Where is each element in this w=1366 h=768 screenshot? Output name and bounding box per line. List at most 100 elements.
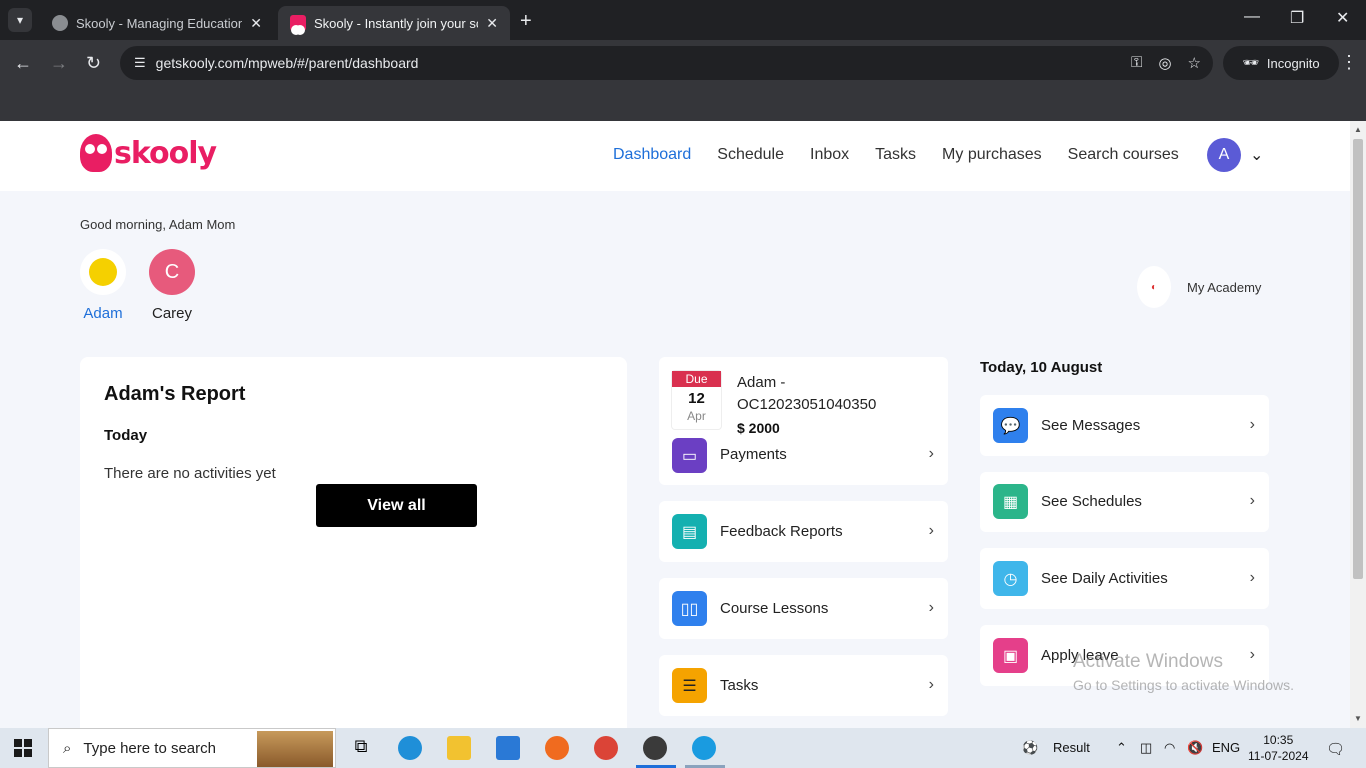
activate-windows-watermark: Activate Windows Go to Settings to activ… xyxy=(1073,651,1294,693)
browser-tab-1[interactable]: Skooly - Managing Educational ✕ xyxy=(40,6,274,40)
chrome-icon[interactable] xyxy=(594,736,618,760)
site-header: skooly Dashboard Schedule Inbox Tasks My… xyxy=(0,121,1350,191)
child-carey[interactable]: C Carey xyxy=(149,249,195,322)
incognito-button[interactable]: 🕶 Incognito xyxy=(1223,46,1339,80)
see-daily-activities-card[interactable]: ◷ See Daily Activities › xyxy=(980,548,1269,609)
feedback-reports-card[interactable]: ▤ Feedback Reports › xyxy=(659,501,948,562)
payment-card[interactable]: Due 12 Apr Adam - OC12023051040350 $ 200… xyxy=(659,357,948,485)
address-bar[interactable]: ☰ getskooly.com/mpweb/#/parent/dashboard… xyxy=(120,46,1213,80)
edge-icon[interactable] xyxy=(398,736,422,760)
nav-search-courses[interactable]: Search courses xyxy=(1068,146,1179,164)
nav-my-purchases[interactable]: My purchases xyxy=(942,146,1042,164)
task-view-icon[interactable]: ⧉ xyxy=(349,736,373,760)
more-menu-icon[interactable]: ⋮ xyxy=(1340,52,1358,73)
site-info-icon[interactable]: ☰ xyxy=(134,55,146,71)
card-label: Feedback Reports xyxy=(720,523,843,540)
emoji-face-icon xyxy=(89,258,117,286)
windows-start-icon[interactable] xyxy=(14,739,32,757)
user-avatar[interactable]: A xyxy=(1207,138,1241,172)
wifi-icon[interactable]: ◠ xyxy=(1164,740,1175,756)
greeting: Good morning, Adam Mom xyxy=(80,217,236,232)
scroll-up-icon[interactable]: ▲ xyxy=(1354,125,1362,134)
restore-icon[interactable]: ❐ xyxy=(1290,8,1304,28)
credit-card-icon: ▭ xyxy=(672,438,707,473)
browser-tab-bar: ▾ Skooly - Managing Educational ✕ Skooly… xyxy=(0,0,1366,40)
tasks-card[interactable]: ☰ Tasks › xyxy=(659,655,948,716)
mail-icon[interactable] xyxy=(496,736,520,760)
logo-text: skooly xyxy=(114,135,217,171)
chevron-right-icon: › xyxy=(1249,569,1255,586)
skype-icon[interactable] xyxy=(692,736,716,760)
payment-title: Adam - OC12023051040350 xyxy=(737,374,877,413)
scrollbar-thumb[interactable] xyxy=(1353,139,1363,579)
academy-name: My Academy xyxy=(1187,279,1262,295)
course-lessons-card[interactable]: ▯▯ Course Lessons › xyxy=(659,578,948,639)
star-icon[interactable]: ☆ xyxy=(1188,54,1201,72)
key-icon[interactable]: ⚿ xyxy=(1131,54,1142,72)
new-tab-icon[interactable]: + xyxy=(520,10,532,33)
taskbar-search[interactable]: ⌕ Type here to search xyxy=(48,728,336,768)
child-adam[interactable]: Adam xyxy=(80,249,126,322)
calendar-icon: ▦ xyxy=(993,484,1028,519)
forward-arrow-icon[interactable]: → xyxy=(50,53,68,74)
page-scrollbar[interactable]: ▲ ▼ xyxy=(1350,121,1366,728)
clock-date: 11-07-2024 xyxy=(1248,749,1309,763)
view-all-button[interactable]: View all xyxy=(316,484,477,527)
chevron-right-icon[interactable]: › xyxy=(929,445,934,463)
chrome-incognito-icon[interactable] xyxy=(643,736,667,760)
chat-bubble-icon: 💬 xyxy=(993,408,1028,443)
clock-time: 10:35 xyxy=(1263,733,1294,747)
book-icon: ▯▯ xyxy=(672,591,707,626)
chevron-down-icon[interactable]: ⌄ xyxy=(1250,145,1263,165)
see-schedules-card[interactable]: ▦ See Schedules › xyxy=(980,472,1269,532)
scroll-down-icon[interactable]: ▼ xyxy=(1354,714,1362,723)
report-card: Adam's Report Today There are no activit… xyxy=(80,357,627,728)
clock-icon: ◷ xyxy=(993,561,1028,596)
nav-tasks[interactable]: Tasks xyxy=(875,146,916,164)
notification-icon[interactable]: 🗨 xyxy=(1326,740,1345,758)
card-label: Course Lessons xyxy=(720,600,829,617)
task-list-icon: ☰ xyxy=(672,668,707,703)
weather-icon[interactable]: ⚽ xyxy=(1022,740,1038,756)
minimize-icon[interactable]: — xyxy=(1244,8,1260,26)
search-highlight-image xyxy=(257,731,333,767)
tab-title: Skooly - Instantly join your scho xyxy=(314,15,478,31)
academy-selector[interactable]: ◐ My Academy xyxy=(1137,266,1261,308)
see-messages-card[interactable]: 💬 See Messages › xyxy=(980,395,1269,456)
taskbar-clock[interactable]: 10:35 11-07-2024 xyxy=(1248,732,1309,764)
nav-schedule[interactable]: Schedule xyxy=(717,146,784,164)
windows-taskbar: ⌕ Type here to search ⧉ ⚽ Result ⌃ ◫ ◠ 🔇… xyxy=(0,728,1366,768)
watermark-subtitle: Go to Settings to activate Windows. xyxy=(1073,677,1294,693)
skooly-favicon-icon xyxy=(290,15,306,35)
back-arrow-icon[interactable]: ← xyxy=(14,53,32,74)
card-label: See Daily Activities xyxy=(1041,570,1168,587)
search-icon: ⌕ xyxy=(63,739,72,757)
close-icon[interactable]: ✕ xyxy=(250,15,262,32)
main-nav: Dashboard Schedule Inbox Tasks My purcha… xyxy=(613,146,1179,164)
reload-icon[interactable]: ↻ xyxy=(86,53,101,74)
report-title: Adam's Report xyxy=(104,383,246,405)
close-icon[interactable]: ✕ xyxy=(486,15,498,32)
nav-dashboard[interactable]: Dashboard xyxy=(613,146,691,164)
nav-inbox[interactable]: Inbox xyxy=(810,146,849,164)
tab-search-button[interactable]: ▾ xyxy=(8,8,32,32)
chevron-up-icon[interactable]: ⌃ xyxy=(1116,740,1127,756)
eye-off-icon[interactable]: ◎ xyxy=(1158,54,1171,72)
payments-link[interactable]: Payments xyxy=(720,446,787,463)
weather-label[interactable]: Result xyxy=(1053,740,1090,755)
file-explorer-icon[interactable] xyxy=(447,736,471,760)
firefox-icon[interactable] xyxy=(545,736,569,760)
browser-tab-2[interactable]: Skooly - Instantly join your scho ✕ xyxy=(278,6,510,40)
meet-icon[interactable]: ◫ xyxy=(1140,740,1152,756)
close-window-icon[interactable]: ✕ xyxy=(1336,8,1349,28)
chevron-right-icon: › xyxy=(928,676,934,693)
chevron-right-icon: › xyxy=(1249,416,1255,433)
date-heading: Today, 10 August xyxy=(980,359,1103,376)
due-day: 12 xyxy=(688,390,705,407)
skooly-logo[interactable]: skooly xyxy=(80,134,217,172)
browser-toolbar: ← → ↻ ☰ getskooly.com/mpweb/#/parent/das… xyxy=(0,40,1366,121)
search-placeholder: Type here to search xyxy=(83,739,216,757)
volume-muted-icon[interactable]: 🔇 xyxy=(1187,740,1203,756)
language-indicator[interactable]: ENG xyxy=(1212,740,1240,755)
child-name: Adam xyxy=(83,305,123,322)
